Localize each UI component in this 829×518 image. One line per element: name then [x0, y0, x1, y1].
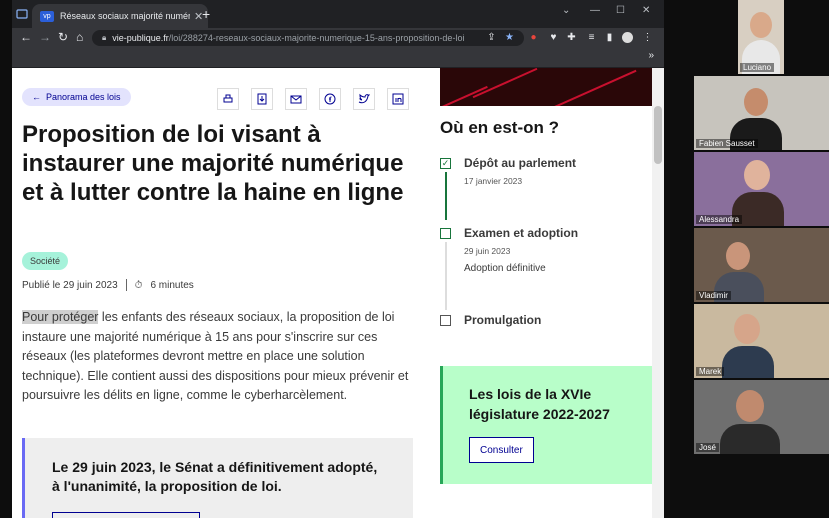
participant-name: Alessandra — [696, 215, 743, 224]
bookmarks-bar: » — [12, 48, 664, 68]
arrow-left-icon: ← — [32, 92, 41, 102]
progress-line-pending — [445, 242, 447, 310]
print-button[interactable] — [217, 88, 239, 110]
web-page: ← Panorama des lois Proposition de loi v… — [12, 68, 652, 518]
adoption-callout: Le 29 juin 2023, le Sénat a définitiveme… — [22, 438, 413, 518]
email-share-button[interactable] — [285, 88, 307, 110]
participant-name: Fabien Sausset — [696, 139, 758, 148]
breadcrumb-label: Panorama des lois — [46, 92, 121, 102]
checked-box-icon: ✓ — [440, 158, 451, 169]
reading-list-icon[interactable]: ≡ — [586, 32, 597, 43]
maximize-icon[interactable]: ☐ — [616, 5, 625, 16]
participant-tile[interactable]: José — [694, 380, 829, 454]
new-tab-button[interactable]: + — [202, 6, 210, 22]
twitter-icon — [358, 93, 370, 104]
forward-arrow-icon[interactable]: → — [39, 30, 51, 44]
publication-meta: Publié le 29 juin 2023 ⏱︎ 6 minutes — [22, 279, 194, 291]
print-icon — [223, 94, 233, 103]
lead-paragraph: Pour protéger les enfants des réseaux so… — [22, 308, 414, 406]
tab-list-chevron-icon[interactable]: ⌄ — [562, 5, 570, 16]
tab-title: Réseaux sociaux majorité numérique — [60, 11, 190, 21]
step-label: Promulgation — [464, 313, 542, 327]
step-date: 17 janvier 2023 — [464, 176, 523, 186]
window-close-icon[interactable]: ✕ — [642, 5, 650, 16]
browser-menu-icon[interactable]: ⋮ — [642, 32, 653, 43]
linkedin-share-button[interactable] — [387, 88, 409, 110]
participant-tile[interactable]: Alessandra — [694, 152, 829, 226]
minimize-icon[interactable]: — — [590, 5, 600, 16]
scrollbar-thumb[interactable] — [654, 106, 662, 164]
url-text[interactable]: vie-publique.fr/loi/288274-reseaux-socia… — [112, 33, 492, 43]
facebook-share-button[interactable] — [319, 88, 341, 110]
published-date: Publié le 29 juin 2023 — [22, 279, 118, 291]
progress-line-done — [445, 172, 447, 220]
browser-tab[interactable]: vp Réseaux sociaux majorité numérique ✕ — [32, 4, 208, 28]
unchecked-box-icon — [440, 228, 451, 239]
page-scrollbar[interactable] — [652, 68, 664, 518]
linkedin-icon — [392, 93, 404, 105]
step-date: 29 juin 2023 — [464, 246, 511, 256]
participant-name: Luciano — [740, 63, 775, 72]
legislature-card: Les lois de la XVIe législature 2022-202… — [440, 366, 652, 484]
reload-icon[interactable]: ↻ — [58, 30, 68, 44]
extensions-puzzle-icon[interactable]: ✚ — [566, 32, 577, 43]
participant-tile[interactable]: Fabien Sausset — [694, 76, 829, 150]
participant-name: José — [696, 443, 719, 452]
step-label: Dépôt au parlement — [464, 156, 577, 170]
mail-icon — [290, 95, 302, 104]
address-bar[interactable]: 🔒︎ vie-publique.fr/loi/288274-reseaux-so… — [92, 30, 524, 46]
step-label: Examen et adoption — [464, 226, 579, 240]
home-icon[interactable]: ⌂ — [76, 30, 83, 44]
callout-text: Le 29 juin 2023, le Sénat a définitiveme… — [52, 459, 378, 494]
breadcrumb-link[interactable]: ← Panorama des lois — [22, 88, 131, 106]
participant-name: Marek — [696, 367, 725, 376]
bookmark-star-icon[interactable]: ★ — [504, 32, 515, 43]
status-heading: Où en est-on ? — [440, 118, 559, 137]
step-sub: Adoption définitive — [464, 263, 546, 274]
category-tag[interactable]: Société — [22, 252, 69, 270]
site-favicon-icon: vp — [40, 10, 54, 22]
download-icon — [257, 93, 267, 105]
bookmarks-more-icon[interactable]: » — [648, 50, 654, 61]
tab-bar: vp Réseaux sociaux majorité numérique ✕ … — [12, 0, 664, 28]
callout-button[interactable] — [52, 512, 200, 518]
participant-tile[interactable]: Vladimir — [694, 228, 829, 302]
download-button[interactable] — [251, 88, 273, 110]
meta-divider — [125, 279, 127, 291]
consult-button[interactable]: Consulter — [469, 437, 534, 463]
lock-icon[interactable]: 🔒︎ — [102, 33, 106, 43]
header-image — [440, 68, 652, 106]
participant-tile[interactable]: Marek — [694, 304, 829, 378]
side-panel-icon[interactable]: ▮ — [604, 32, 615, 43]
clock-icon: ⏱︎ — [134, 279, 143, 291]
participant-name: Vladimir — [696, 291, 731, 300]
highlighted-selection: Pour protéger — [22, 310, 99, 324]
unchecked-box-icon — [440, 315, 451, 326]
back-arrow-icon[interactable]: ← — [20, 30, 32, 44]
participant-tile[interactable]: Luciano — [738, 0, 784, 74]
browser-toolbar: ← → ↻ ⌂ 🔒︎ vie-publique.fr/loi/288274-re… — [12, 28, 664, 48]
browser-window: vp Réseaux sociaux majorité numérique ✕ … — [12, 0, 664, 518]
profile-avatar-icon[interactable] — [622, 32, 633, 43]
extension-heart-icon[interactable]: ♥ — [548, 32, 559, 43]
tab-search-icon[interactable] — [16, 7, 28, 19]
legislature-title: Les lois de la XVIe législature 2022-202… — [469, 386, 610, 422]
extension-red-icon[interactable]: ● — [528, 32, 539, 43]
share-page-icon[interactable]: ⇪ — [486, 32, 497, 43]
facebook-icon — [324, 93, 336, 105]
reading-time: 6 minutes — [150, 279, 194, 291]
twitter-share-button[interactable] — [353, 88, 375, 110]
page-title: Proposition de loi visant à instaurer un… — [22, 121, 404, 206]
